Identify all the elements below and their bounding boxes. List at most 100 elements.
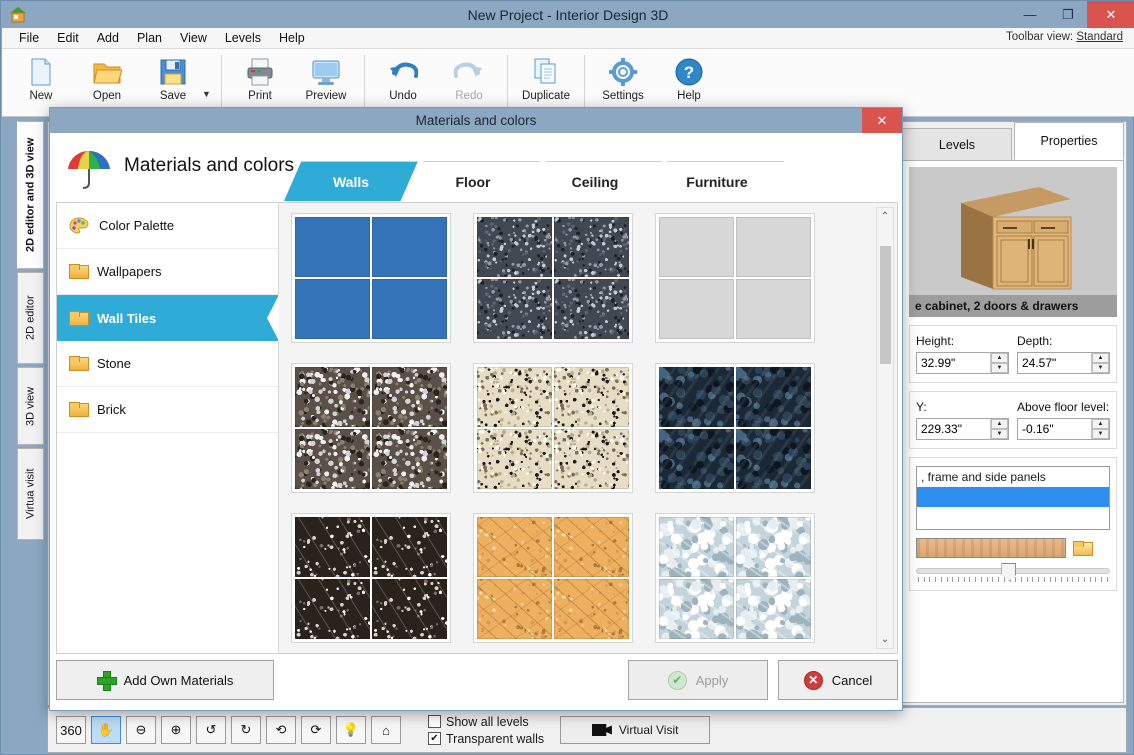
menu-item-view[interactable]: View <box>171 29 216 47</box>
spin-up-icon[interactable]: ▲ <box>1092 419 1109 429</box>
spin-up-icon[interactable]: ▲ <box>991 353 1008 363</box>
menu-item-edit[interactable]: Edit <box>48 29 88 47</box>
material-swatch[interactable] <box>655 213 815 343</box>
material-swatch[interactable] <box>655 513 815 643</box>
scrollbar-thumb[interactable] <box>880 246 891 364</box>
checkbox-box[interactable]: ✔ <box>428 732 441 745</box>
zoom-in-icon[interactable]: ⊕ <box>161 716 191 744</box>
menu-item-plan[interactable]: Plan <box>128 29 171 47</box>
light-bulb-icon[interactable]: 💡 <box>336 716 366 744</box>
checkbox-transparent-walls[interactable]: ✔Transparent walls <box>428 732 544 746</box>
vtab-virtua-visit[interactable]: Virtua visit <box>17 448 44 540</box>
preview-button[interactable]: Preview <box>293 49 359 113</box>
virtual-visit-button[interactable]: Virtual Visit <box>560 716 710 744</box>
help-button[interactable]: ?Help <box>656 49 722 113</box>
vtab-3d-view[interactable]: 3D view <box>17 367 44 445</box>
category-wall-tiles[interactable]: Wall Tiles <box>57 295 278 341</box>
category-stone[interactable]: Stone <box>57 341 278 387</box>
tile-cell <box>659 517 734 577</box>
material-swatch[interactable] <box>473 363 633 493</box>
undo-button[interactable]: Undo <box>370 49 436 113</box>
above-floor-stepper[interactable]: ▲ ▼ <box>1017 418 1110 440</box>
depth-input[interactable] <box>1018 353 1091 373</box>
pan-hand-icon[interactable]: ✋ <box>91 716 121 744</box>
list-item[interactable]: , frame and side panels <box>917 467 1109 487</box>
duplicate-button[interactable]: Duplicate <box>513 49 579 113</box>
slider-tick <box>969 577 970 582</box>
rotate-left-icon[interactable]: ↺ <box>196 716 226 744</box>
menu-item-file[interactable]: File <box>10 29 48 47</box>
open-folder-icon[interactable] <box>1073 541 1091 556</box>
checkbox-box[interactable] <box>428 715 441 728</box>
toolbar-view-value[interactable]: Standard <box>1076 31 1123 43</box>
material-swatch[interactable] <box>473 513 633 643</box>
dialog-tab-ceiling[interactable]: Ceiling <box>528 161 662 201</box>
y-spin-arrows[interactable]: ▲ ▼ <box>990 419 1008 439</box>
spin-up-icon[interactable]: ▲ <box>1092 353 1109 363</box>
zoom-out-icon[interactable]: ⊖ <box>126 716 156 744</box>
vtab-2d-editor-and-3d-view[interactable]: 2D editor and 3D view <box>17 121 44 269</box>
menu-item-help[interactable]: Help <box>270 29 314 47</box>
dialog-tab-floor[interactable]: Floor <box>406 161 540 201</box>
category-color-palette[interactable]: Color Palette <box>57 203 278 249</box>
maximize-button[interactable]: ❐ <box>1049 1 1087 28</box>
material-list[interactable]: , frame and side panels <box>916 466 1110 530</box>
material-swatch[interactable] <box>473 213 633 343</box>
material-swatch[interactable] <box>291 213 451 343</box>
toolbar-view-switcher[interactable]: Toolbar view: Standard <box>1006 31 1123 43</box>
dialog-tab-walls[interactable]: Walls <box>284 161 418 201</box>
dialog-close-button[interactable]: ✕ <box>862 108 902 133</box>
save-button[interactable]: Save <box>140 49 206 113</box>
question-mark-icon: ? <box>674 54 704 90</box>
settings-button[interactable]: Settings <box>590 49 656 113</box>
swatch-scrollbar[interactable]: ⌃ ⌄ <box>876 207 894 649</box>
add-own-materials-button[interactable]: Add Own Materials <box>56 660 274 700</box>
save-dropdown-icon[interactable]: ▼ <box>202 89 216 99</box>
material-swatch[interactable] <box>655 363 815 493</box>
material-swatch[interactable] <box>291 363 451 493</box>
above-floor-input[interactable] <box>1018 419 1091 439</box>
texture-preview[interactable] <box>916 538 1066 558</box>
menu-item-add[interactable]: Add <box>88 29 128 47</box>
scroll-up-icon[interactable]: ⌃ <box>877 208 893 225</box>
category-brick[interactable]: Brick <box>57 387 278 433</box>
height-spin-arrows[interactable]: ▲ ▼ <box>990 353 1008 373</box>
cancel-button[interactable]: ✕ Cancel <box>778 660 898 700</box>
vtab-2d-editor[interactable]: 2D editor <box>17 272 44 364</box>
y-stepper[interactable]: ▲ ▼ <box>916 418 1009 440</box>
slider-tick <box>1095 577 1096 582</box>
print-button[interactable]: Print <box>227 49 293 113</box>
rotate-right-icon[interactable]: ↻ <box>231 716 261 744</box>
minimize-button[interactable]: — <box>1011 1 1049 28</box>
depth-stepper[interactable]: ▲ ▼ <box>1017 352 1110 374</box>
orbit-left-icon[interactable]: ⟲ <box>266 716 296 744</box>
checkbox-show-all-levels[interactable]: Show all levels <box>428 715 544 729</box>
category-wallpapers[interactable]: Wallpapers <box>57 249 278 295</box>
spin-up-icon[interactable]: ▲ <box>991 419 1008 429</box>
above-floor-spin-arrows[interactable]: ▲ ▼ <box>1091 419 1109 439</box>
height-stepper[interactable]: ▲ ▼ <box>916 352 1009 374</box>
new-button[interactable]: New <box>8 49 74 113</box>
spin-down-icon[interactable]: ▼ <box>1092 363 1109 373</box>
slider-track[interactable] <box>916 568 1110 574</box>
close-button[interactable]: ✕ <box>1087 1 1134 28</box>
360-rotate-icon[interactable]: 360 <box>56 716 86 744</box>
material-swatch[interactable] <box>291 513 451 643</box>
depth-spin-arrows[interactable]: ▲ ▼ <box>1091 353 1109 373</box>
home-icon[interactable]: ⌂ <box>371 716 401 744</box>
texture-scale-slider[interactable] <box>916 568 1110 582</box>
scroll-down-icon[interactable]: ⌄ <box>877 631 893 648</box>
y-input[interactable] <box>917 419 990 439</box>
spin-down-icon[interactable]: ▼ <box>1092 429 1109 439</box>
list-item[interactable] <box>917 487 1109 507</box>
spin-down-icon[interactable]: ▼ <box>991 363 1008 373</box>
menu-item-levels[interactable]: Levels <box>216 29 270 47</box>
tab-levels[interactable]: Levels <box>902 128 1012 160</box>
orbit-right-icon[interactable]: ⟳ <box>301 716 331 744</box>
height-input[interactable] <box>917 353 990 373</box>
open-button[interactable]: Open <box>74 49 140 113</box>
spin-down-icon[interactable]: ▼ <box>991 429 1008 439</box>
dialog-tab-furniture[interactable]: Furniture <box>650 161 784 201</box>
tab-properties[interactable]: Properties <box>1014 122 1124 160</box>
apply-button[interactable]: ✔ Apply <box>628 660 768 700</box>
